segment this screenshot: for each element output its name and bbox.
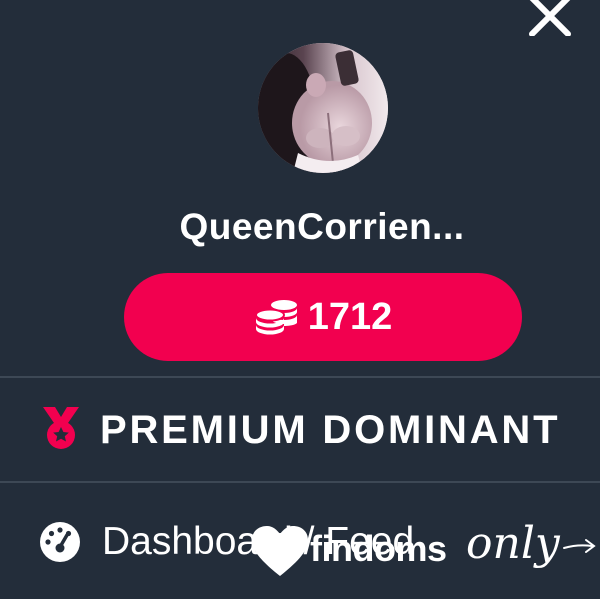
- premium-dominant-label: PREMIUM DOMINANT: [100, 408, 561, 452]
- profile-menu-panel: QueenCorrien... 1712 PREMIUM DOMINANT Da…: [0, 0, 600, 599]
- coin-balance-button[interactable]: 1712: [124, 273, 522, 361]
- arrow-icon: [563, 539, 596, 553]
- watermark-script-text: only: [466, 518, 560, 569]
- username: QueenCorrien...: [179, 206, 465, 247]
- close-icon: [529, 0, 571, 37]
- coin-balance: 1712: [307, 295, 393, 338]
- findomsonly-watermark: findoms only: [244, 518, 600, 594]
- gauge-icon: [40, 522, 80, 562]
- close-button[interactable]: [524, 0, 576, 37]
- watermark-brand-text: findoms: [310, 528, 447, 569]
- avatar[interactable]: [258, 43, 388, 173]
- medal-icon: [43, 407, 79, 449]
- profile-photo: [258, 43, 388, 173]
- heart-icon: [252, 526, 308, 576]
- divider: [0, 481, 600, 483]
- premium-dominant-item[interactable]: PREMIUM DOMINANT: [0, 378, 600, 482]
- coins-icon: [254, 300, 297, 335]
